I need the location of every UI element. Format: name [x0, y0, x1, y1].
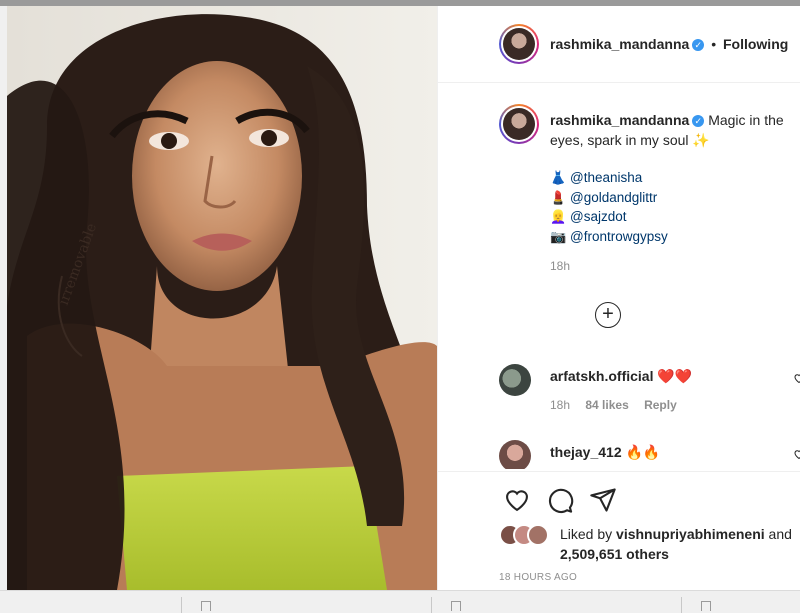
- header-user-line: rashmika_mandanna ✓ • Following: [550, 36, 788, 52]
- like-heart-icon[interactable]: [503, 486, 531, 514]
- caption-text-block: rashmika_mandanna ✓ Magic in the eyes, sp…: [550, 110, 800, 150]
- commenter-avatar[interactable]: [499, 440, 531, 469]
- comment-text: thejay_412 🔥🔥: [550, 444, 660, 461]
- mention-item: 💄 @goldandglittr: [550, 188, 668, 208]
- plus-circle-icon[interactable]: +: [595, 302, 621, 328]
- post-photo[interactable]: irremovable: [7, 6, 437, 590]
- share-paper-plane-icon[interactable]: [589, 486, 617, 514]
- mention-link-goldandglittr[interactable]: @goldandglittr: [570, 190, 657, 205]
- caption-avatar[interactable]: [499, 104, 539, 144]
- liked-by-others[interactable]: 2,509,651 others: [560, 546, 669, 562]
- toolbar-divider: [181, 597, 182, 613]
- save-bookmark-icon[interactable]: [796, 486, 800, 514]
- lipstick-icon: 💄: [550, 189, 567, 205]
- mention-link-theanisha[interactable]: @theanisha: [570, 170, 642, 185]
- mentions-list: 👗 @theanisha 💄 @goldandglittr 👱‍♀️ @sajzdot…: [550, 168, 668, 246]
- post-time-ago[interactable]: 18 HOURS AGO: [499, 572, 577, 583]
- comment-bubble-icon[interactable]: [546, 486, 574, 514]
- toolbar-divider: [681, 597, 682, 613]
- mention-link-frontrowgypsy[interactable]: @frontrowgypsy: [570, 229, 668, 244]
- post-actions: Liked by vishnupriyabhimeneni and 2,509,…: [438, 471, 800, 590]
- mention-item: 📷 @frontrowgypsy: [550, 227, 668, 247]
- caption-timestamp[interactable]: 18h: [550, 259, 570, 273]
- caption-username[interactable]: rashmika_mandanna: [550, 112, 689, 128]
- post-header: rashmika_mandanna ✓ • Following: [438, 6, 800, 83]
- comment-body: ❤️❤️: [657, 368, 693, 384]
- toolbar-icon[interactable]: [701, 601, 711, 611]
- reply-button[interactable]: Reply: [644, 398, 677, 412]
- commenter-username[interactable]: arfatskh.official: [550, 368, 653, 384]
- verified-badge-icon: ✓: [692, 115, 705, 128]
- toolbar-icon[interactable]: [201, 601, 211, 611]
- heart-outline-icon[interactable]: [793, 372, 800, 384]
- comment-body: 🔥🔥: [625, 444, 661, 460]
- liker-avatars[interactable]: [499, 524, 559, 548]
- camera-icon: 📷: [550, 228, 567, 244]
- following-button[interactable]: Following: [723, 36, 788, 52]
- liked-by-and: and: [768, 526, 792, 542]
- toolbar-divider: [431, 597, 432, 613]
- instagram-post: irremovable rashmika_mandanna ✓ • Followi…: [7, 6, 800, 590]
- author-username[interactable]: rashmika_mandanna: [550, 36, 689, 52]
- comment-meta: 18h 84 likes Reply: [550, 398, 689, 412]
- comment-time[interactable]: 18h: [550, 398, 570, 412]
- mention-item: 👗 @theanisha: [550, 168, 668, 188]
- comment-text: arfatskh.official ❤️❤️: [550, 368, 692, 385]
- blonde-woman-icon: 👱‍♀️: [550, 209, 567, 224]
- portrait-photo: irremovable: [7, 6, 437, 590]
- heart-outline-icon[interactable]: [793, 448, 800, 460]
- liked-by-user[interactable]: vishnupriyabhimeneni: [616, 526, 765, 542]
- header-separator: •: [711, 36, 717, 52]
- mention-item: 👱‍♀️ @sajzdot: [550, 207, 668, 227]
- toolbar-icon[interactable]: [451, 601, 461, 611]
- comments-section: rashmika_mandanna ✓ Magic in the eyes, sp…: [438, 84, 800, 469]
- comment-likes[interactable]: 84 likes: [585, 398, 628, 412]
- mention-link-sajzdot[interactable]: @sajzdot: [570, 209, 626, 224]
- commenter-avatar[interactable]: [499, 364, 531, 396]
- dress-icon: 👗: [550, 170, 567, 185]
- liker-avatar: [527, 524, 549, 546]
- liked-by-prefix: Liked by: [560, 526, 613, 542]
- bottom-toolbar: [0, 590, 800, 613]
- post-sidebar: rashmika_mandanna ✓ • Following rashmika_…: [437, 6, 800, 590]
- verified-badge-icon: ✓: [692, 39, 705, 52]
- liked-by-summary: Liked by vishnupriyabhimeneni and 2,509,…: [560, 524, 800, 564]
- author-avatar[interactable]: [499, 24, 539, 64]
- commenter-username[interactable]: thejay_412: [550, 444, 622, 460]
